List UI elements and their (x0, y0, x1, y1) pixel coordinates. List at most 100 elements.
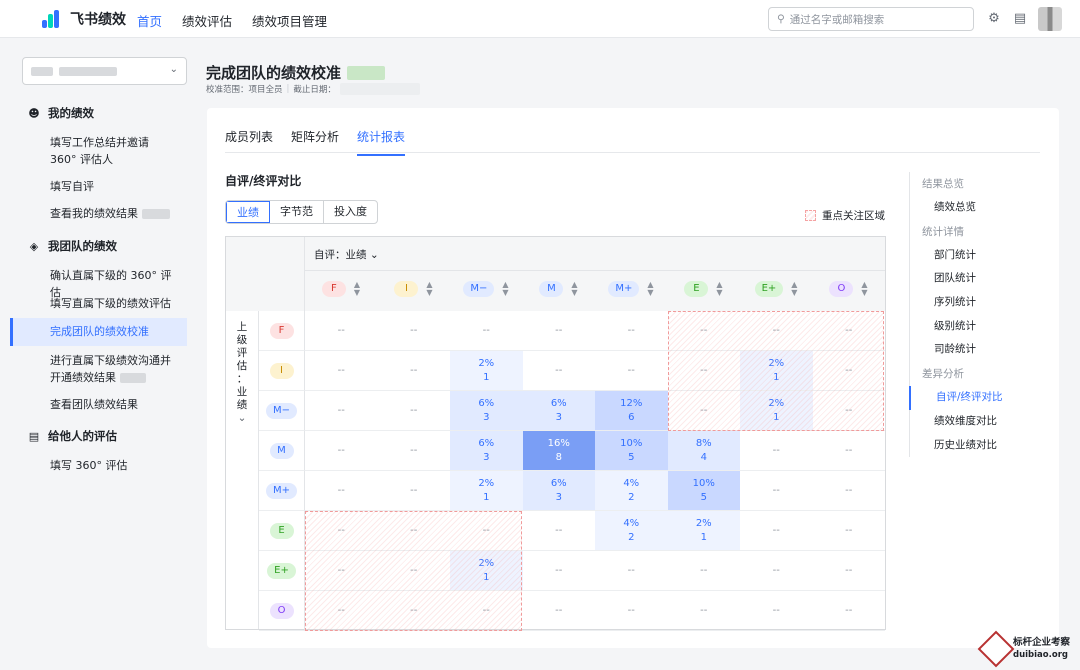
report-nav-item[interactable]: 绩效总览 (910, 196, 1049, 220)
matrix-cell[interactable]: 10% 5 (595, 431, 668, 471)
cell-percent: 4% (623, 517, 640, 529)
redacted-text (119, 373, 146, 383)
column-header-6[interactable]: E+ ▲ ▼ (740, 279, 812, 299)
level-pill: M+ (265, 482, 297, 499)
avatar[interactable] (1038, 7, 1062, 31)
cell-count: 1 (773, 411, 780, 423)
nav-evaluation[interactable]: 绩效评估 (182, 11, 232, 30)
column-header-7[interactable]: O ▲ ▼ (813, 279, 885, 299)
matrix-cell[interactable]: 6% 3 (450, 391, 523, 431)
sort-icon[interactable]: ▲ ▼ (861, 281, 867, 297)
cell-empty: -- (627, 604, 635, 616)
matrix-cell[interactable]: 2% 1 (740, 351, 813, 391)
cell-empty: -- (337, 444, 345, 456)
level-pill: F (269, 322, 294, 339)
column-header-2[interactable]: M− ▲ ▼ (450, 279, 522, 299)
column-header-0[interactable]: F ▲ ▼ (305, 279, 377, 299)
sidebar-item-team-evaluation[interactable]: 填写直属下级的绩效评估 (10, 295, 187, 312)
report-nav-item[interactable]: 团队统计 (910, 267, 1049, 291)
cell-empty: -- (845, 404, 853, 416)
cell-empty: -- (772, 524, 780, 536)
report-nav-item[interactable]: 级别统计 (910, 315, 1049, 339)
search-input[interactable]: ⚲ 通过名字或邮箱搜索 (768, 7, 974, 31)
search-placeholder: 通过名字或邮箱搜索 (789, 13, 885, 26)
column-header-3[interactable]: M ▲ ▼ (523, 279, 595, 299)
matrix-cell[interactable]: 6% 3 (522, 391, 595, 431)
sidebar-item-calibration[interactable]: 完成团队的绩效校准 (10, 318, 187, 346)
cell-empty: -- (337, 364, 345, 376)
matrix-cell[interactable]: 2% 1 (740, 391, 813, 431)
sidebar-item-team-result[interactable]: 查看团队绩效结果 (10, 396, 187, 413)
row-axis-char: 估 (236, 360, 248, 372)
cell-empty: -- (845, 604, 853, 616)
section-others-evaluation[interactable]: ▤ 给他人的评估 (28, 428, 117, 444)
report-nav-item[interactable]: 司龄统计 (910, 338, 1049, 362)
matrix-cell[interactable]: 10% 5 (667, 471, 740, 511)
matrix-cell[interactable]: 4% 2 (595, 511, 668, 551)
matrix-cell: -- (522, 591, 595, 631)
segment-byte-style[interactable]: 字节范 (270, 201, 324, 223)
column-header-4[interactable]: M+ ▲ ▼ (595, 279, 667, 299)
sidebar-item-self-review[interactable]: 填写自评 (10, 178, 187, 195)
matrix-cell[interactable]: 8% 4 (667, 431, 740, 471)
matrix-cell[interactable]: 2% 1 (450, 471, 523, 511)
sidebar-item-communication[interactable]: 进行直属下级绩效沟通并开通绩效结果 (10, 352, 187, 386)
redacted-text (339, 83, 420, 95)
watermark-text: 标杆企业考察 (1013, 637, 1071, 648)
row-axis-char: 绩 (236, 399, 248, 411)
matrix-cell: -- (740, 511, 813, 551)
level-pill: I (394, 281, 419, 297)
column-header-5[interactable]: E ▲ ▼ (668, 279, 740, 299)
cell-percent: 2% (478, 357, 495, 369)
sort-icon[interactable]: ▲ ▼ (426, 281, 432, 297)
nav-project-management[interactable]: 绩效项目管理 (252, 11, 327, 30)
report-nav-item[interactable]: 历史业绩对比 (910, 434, 1049, 458)
matrix-cell: -- (377, 391, 450, 431)
matrix-cell[interactable]: 2% 1 (450, 551, 523, 591)
sort-icon[interactable]: ▲ ▼ (716, 281, 722, 297)
matrix-cell: -- (812, 551, 885, 591)
matrix-cell[interactable]: 2% 1 (450, 351, 523, 391)
report-nav-item[interactable]: 自评/终评对比 (909, 386, 1049, 410)
matrix-cell: -- (667, 351, 740, 391)
gear-icon[interactable]: ⚙ (986, 11, 1002, 27)
layers-icon: ◈ (29, 239, 39, 253)
matrix-cell[interactable]: 12% 6 (595, 391, 668, 431)
sidebar-item-my-result[interactable]: 查看我的绩效结果 (10, 205, 187, 222)
report-nav-item[interactable]: 绩效维度对比 (910, 410, 1049, 434)
row-axis-char: ： (236, 373, 248, 385)
matrix-cell[interactable]: 4% 2 (595, 471, 668, 511)
row-axis-label[interactable]: 上级评估：业绩 ⌄ (226, 311, 259, 629)
segment-engagement[interactable]: 投入度 (324, 201, 377, 223)
cell-empty: -- (845, 364, 853, 376)
section-team-performance[interactable]: ◈ 我团队的绩效 (28, 238, 117, 254)
section-title: 给他人的评估 (48, 429, 117, 443)
sort-icon[interactable]: ▲ ▼ (571, 281, 577, 297)
sidebar-item-summary[interactable]: 填写工作总结并邀请 360° 评估人 (10, 134, 187, 168)
nav-home[interactable]: 首页 (137, 11, 162, 30)
search-icon: ⚲ (777, 13, 785, 25)
matrix-cell[interactable]: 6% 3 (522, 471, 595, 511)
brand-logo[interactable]: 飞书绩效 (42, 9, 126, 29)
sort-icon[interactable]: ▲ ▼ (791, 281, 797, 297)
sort-icon[interactable]: ▲ ▼ (647, 281, 653, 297)
briefcase-icon[interactable]: ▤ (1012, 11, 1028, 27)
self-review-dropdown[interactable]: 自评：业绩 ⌄ (314, 247, 379, 262)
section-title: 我的绩效 (48, 106, 94, 120)
cell-percent: 16% (547, 437, 570, 449)
matrix-cell[interactable]: 2% 1 (667, 511, 740, 551)
team-selector[interactable]: ⌄ (22, 57, 187, 85)
segment-performance[interactable]: 业绩 (226, 201, 270, 223)
level-pill: E+ (754, 281, 784, 297)
column-header-1[interactable]: I ▲ ▼ (378, 279, 450, 299)
sort-icon[interactable]: ▲ ▼ (354, 281, 360, 297)
scope-label: 校准范围：项目全员 (206, 85, 283, 95)
sort-icon[interactable]: ▲ ▼ (502, 281, 508, 297)
report-nav-item[interactable]: 序列统计 (910, 291, 1049, 315)
section-my-performance[interactable]: ☻ 我的绩效 (28, 105, 94, 121)
sidebar-item-360[interactable]: 填写 360° 评估 (10, 457, 187, 474)
report-nav-item[interactable]: 部门统计 (910, 244, 1049, 268)
cell-count: 1 (700, 531, 707, 543)
matrix-cell[interactable]: 6% 3 (450, 431, 523, 471)
matrix-cell[interactable]: 16% 8 (522, 431, 595, 471)
